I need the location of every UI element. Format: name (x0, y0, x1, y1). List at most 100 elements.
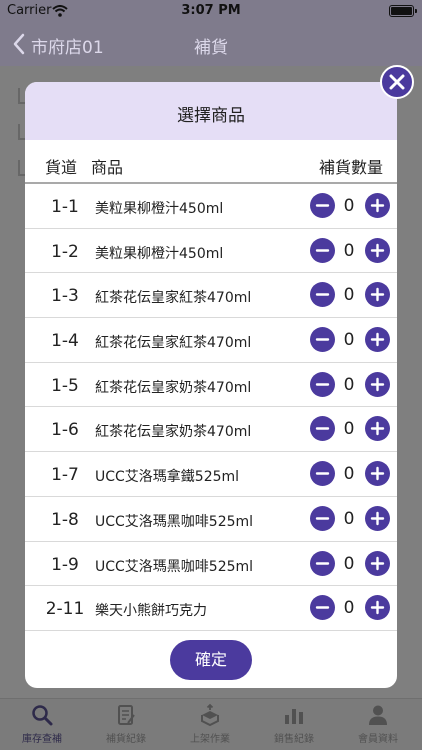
plus-icon (370, 556, 385, 570)
product-row: 1-9 UCC艾洛瑪黑咖啡525ml 0 (25, 542, 397, 587)
status-time: 3:07 PM (181, 3, 241, 18)
confirm-button[interactable]: 確定 (170, 640, 252, 680)
quantity-value: 0 (343, 330, 355, 351)
plus-icon (370, 332, 385, 347)
plus-icon (370, 511, 385, 526)
product-row: 1-1 美粒果柳橙汁450ml 0 (25, 184, 397, 229)
product-name: 紅茶花伝皇家奶茶470ml (95, 379, 252, 396)
tab-inventory[interactable]: 庫存查補 (0, 703, 84, 749)
modal-title: 選擇商品 (177, 106, 245, 126)
slot-code: 1-2 (51, 241, 79, 262)
increment-button[interactable] (365, 193, 390, 218)
bar-chart-icon (285, 709, 303, 724)
product-name: 樂天小熊餅巧克力 (95, 603, 207, 620)
product-name: UCC艾洛瑪黑咖啡525ml (95, 513, 254, 530)
quantity-value: 0 (343, 240, 355, 261)
minus-icon (315, 383, 330, 386)
slot-code: 1-9 (51, 554, 79, 575)
product-row: 1-2 美粒果柳橙汁450ml 0 (25, 229, 397, 274)
decrement-button[interactable] (310, 595, 335, 621)
increment-button[interactable] (365, 416, 390, 442)
product-name: 紅茶花伝皇家紅茶470ml (95, 335, 252, 352)
status-bar: Carrier 3:07 PM (0, 0, 422, 22)
decrement-button[interactable] (310, 505, 335, 531)
document-icon (118, 705, 135, 725)
slot-code: 1-3 (51, 286, 79, 307)
product-name: 美粒果柳橙汁450ml (95, 245, 224, 262)
product-name: 紅茶花伝皇家紅茶470ml (95, 290, 252, 307)
increment-button[interactable] (365, 505, 390, 531)
minus-icon (315, 293, 330, 297)
minus-icon (315, 517, 330, 520)
tab-label: 補貨紀錄 (106, 734, 146, 745)
product-name: 美粒果柳橙汁450ml (95, 201, 224, 217)
product-list: 1-1 美粒果柳橙汁450ml 0 1-2 美粒果柳橙汁450ml 0 1-3 … (25, 184, 397, 631)
quantity-value: 0 (343, 553, 355, 574)
decrement-button[interactable] (310, 461, 335, 487)
tab-member-info[interactable]: 會員資料 (336, 703, 420, 749)
tab-shelving[interactable]: 上架作業 (168, 703, 252, 749)
slot-code: 1-4 (51, 331, 79, 352)
minus-icon (315, 427, 330, 431)
decrement-button[interactable] (310, 237, 335, 263)
decrement-button[interactable] (310, 282, 335, 308)
increment-button[interactable] (365, 595, 390, 621)
plus-icon (370, 600, 385, 615)
product-row: 1-6 紅茶花伝皇家奶茶470ml 0 (25, 407, 397, 453)
increment-button[interactable] (365, 327, 390, 353)
tab-label: 上架作業 (190, 734, 230, 745)
product-row: 1-7 UCC艾洛瑪拿鐵525ml 0 (25, 452, 397, 497)
minus-icon (315, 472, 330, 475)
box-icon (201, 703, 219, 727)
plus-icon (370, 466, 385, 481)
search-icon (32, 705, 53, 726)
quantity-value: 0 (343, 196, 355, 216)
decrement-button[interactable] (310, 327, 335, 353)
product-name: UCC艾洛瑪拿鐵525ml (95, 469, 240, 486)
quantity-value: 0 (343, 598, 355, 619)
page-title: 補貨 (194, 38, 228, 58)
slot-code: 1-7 (51, 465, 79, 486)
quantity-value: 0 (343, 285, 355, 306)
tab-sales-records[interactable]: 銷售紀錄 (252, 703, 336, 749)
minus-icon (315, 561, 330, 565)
plus-icon (370, 422, 385, 436)
tab-label: 銷售紀錄 (274, 734, 314, 745)
battery-icon (389, 5, 417, 17)
tab-bar: 庫存查補 補貨紀錄 上架作業 銷售紀錄 會員資料 (0, 698, 422, 750)
quantity-value: 0 (343, 464, 355, 485)
modal-header: 選擇商品 (25, 82, 397, 140)
increment-button[interactable] (365, 282, 390, 308)
plus-icon (370, 377, 385, 391)
minus-icon (315, 204, 330, 207)
slot-code: 2-11 (45, 599, 85, 620)
tab-label: 庫存查補 (22, 734, 62, 745)
decrement-button[interactable] (310, 550, 335, 576)
minus-icon (315, 248, 330, 252)
plus-icon (370, 243, 385, 257)
increment-button[interactable] (365, 461, 390, 487)
quantity-value: 0 (343, 419, 355, 440)
decrement-button[interactable] (310, 416, 335, 442)
quantity-value: 0 (343, 374, 355, 395)
product-row: 1-4 紅茶花伝皇家紅茶470ml 0 (25, 318, 397, 363)
increment-button[interactable] (365, 237, 390, 263)
product-name: 紅茶花伝皇家奶茶470ml (95, 424, 252, 441)
increment-button[interactable] (365, 550, 390, 576)
decrement-button[interactable] (310, 193, 335, 218)
slot-code: 1-1 (51, 197, 79, 217)
close-modal-button[interactable] (380, 65, 414, 99)
slot-code: 1-6 (51, 420, 79, 441)
column-header-product: 商品 (91, 158, 124, 177)
quantity-value: 0 (343, 508, 355, 529)
minus-icon (315, 606, 330, 609)
increment-button[interactable] (365, 371, 390, 397)
column-header-quantity: 補貨數量 (318, 158, 383, 177)
product-row: 1-3 紅茶花伝皇家紅茶470ml 0 (25, 273, 397, 319)
product-row: 1-5 紅茶花伝皇家奶茶470ml 0 (25, 363, 397, 408)
decrement-button[interactable] (310, 371, 335, 397)
product-row: 1-8 UCC艾洛瑪黑咖啡525ml 0 (25, 497, 397, 542)
tab-restock-records[interactable]: 補貨紀錄 (84, 703, 168, 749)
product-row: 2-11 樂天小熊餅巧克力 0 (25, 586, 397, 631)
minus-icon (315, 338, 330, 341)
